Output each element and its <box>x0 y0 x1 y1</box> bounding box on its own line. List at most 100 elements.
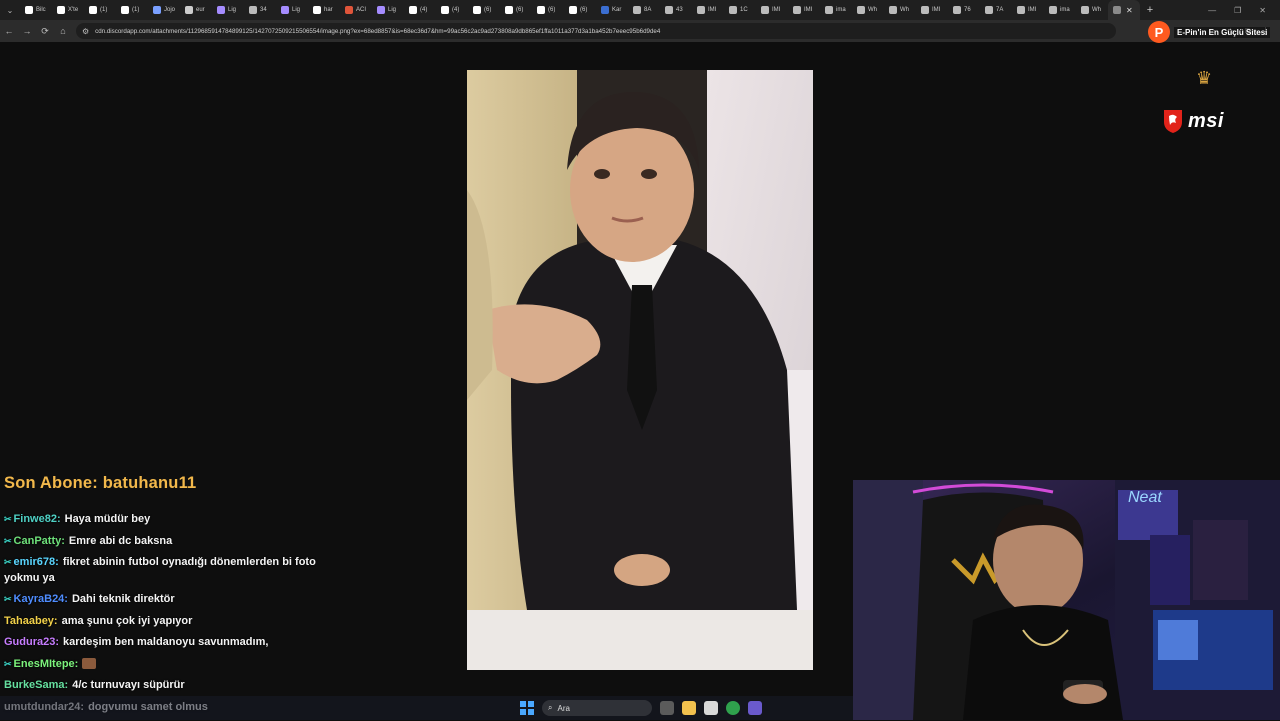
sub-badge-icon: ✂ <box>4 514 12 524</box>
chat-message: ✂ EnesMItepe: <box>4 657 344 673</box>
close-tab-icon[interactable]: ✕ <box>1126 6 1133 15</box>
browser-tab[interactable]: Lig <box>212 0 244 20</box>
tab-label: ima <box>836 7 846 13</box>
chat-username: Tahaabey: <box>4 614 58 627</box>
reload-icon[interactable]: ⟳ <box>36 26 54 37</box>
chat-username: Gudura23: <box>4 636 60 648</box>
x-logo-icon <box>121 6 129 14</box>
browser-tab[interactable]: (1) <box>84 0 116 20</box>
taskbar-search-box[interactable]: ⌕ Ara <box>542 700 652 716</box>
feather-icon <box>377 6 385 14</box>
globe-icon <box>857 6 865 14</box>
browser-tab[interactable]: ACI <box>340 0 372 20</box>
minimize-icon[interactable]: — <box>1208 6 1216 15</box>
site-icon <box>153 6 161 14</box>
tab-search-chevron-icon[interactable]: ⌄ <box>0 0 20 20</box>
back-icon[interactable]: ← <box>0 26 18 36</box>
browser-tab[interactable]: (6) <box>468 0 500 20</box>
x-logo-icon <box>537 6 545 14</box>
browser-tab[interactable]: Kar <box>596 0 628 20</box>
browser-tab[interactable]: IMI <box>788 0 820 20</box>
globe-icon <box>1017 6 1025 14</box>
x-logo-icon <box>409 6 417 14</box>
browser-tab[interactable]: IMI <box>756 0 788 20</box>
tab-label: (6) <box>516 7 524 13</box>
browser-tab[interactable]: Wh <box>1076 0 1108 20</box>
tab-label: IMI <box>804 7 813 13</box>
browser-tab[interactable]: (1) <box>116 0 148 20</box>
task-view-icon[interactable] <box>660 701 674 715</box>
browser-tab[interactable]: Wh <box>852 0 884 20</box>
tab-label: (1) <box>132 7 140 13</box>
browser-tab[interactable]: Lig <box>276 0 308 20</box>
globe-icon <box>697 6 705 14</box>
browser-tab[interactable]: ima <box>1044 0 1076 20</box>
close-window-icon[interactable]: ✕ <box>1259 6 1266 15</box>
store-icon[interactable] <box>704 701 718 715</box>
browser-tab[interactable]: IMI <box>1012 0 1044 20</box>
active-tab[interactable]: ✕ <box>1108 0 1140 20</box>
address-bar[interactable]: ⚙ cdn.discordapp.com/attachments/1129685… <box>76 23 1116 39</box>
browser-tab[interactable]: 1C <box>724 0 756 20</box>
browser-tab[interactable]: (6) <box>564 0 596 20</box>
browser-tab[interactable]: 8A <box>628 0 660 20</box>
restore-icon[interactable]: ❐ <box>1234 6 1241 15</box>
x-logo-icon <box>505 6 513 14</box>
browser-tab[interactable]: eur <box>180 0 212 20</box>
browser-tab[interactable]: Lig <box>372 0 404 20</box>
chat-text: Dahi teknik direktör <box>71 593 175 605</box>
forward-icon[interactable]: → <box>18 26 36 36</box>
tab-label: Lig <box>292 7 301 13</box>
chat-message: BurkeSama: 4/c turnuvayı süpürür <box>4 678 344 694</box>
file-explorer-icon[interactable] <box>682 701 696 715</box>
browser-tab[interactable]: 43 <box>660 0 692 20</box>
tab-label: (6) <box>548 7 556 13</box>
promo-logo: P <box>1148 21 1170 43</box>
chat-overlay: ✂ Finwe82: Haya müdür bey ✂ CanPatty: Emre ab… <box>4 512 344 721</box>
browser-tab[interactable]: (6) <box>500 0 532 20</box>
new-tab-button[interactable]: + <box>1140 4 1160 16</box>
tab-label: (4) <box>452 7 460 13</box>
globe-icon <box>633 6 641 14</box>
browser-tab[interactable]: 76 <box>948 0 980 20</box>
browser-tab[interactable]: IMI <box>916 0 948 20</box>
browser-tab[interactable]: X'te <box>52 0 84 20</box>
discord-icon[interactable] <box>748 701 762 715</box>
tab-label: 76 <box>964 7 971 13</box>
browser-tab[interactable]: ima <box>820 0 852 20</box>
tab-label: ACI <box>356 7 367 13</box>
taskbar-center: ⌕ Ara <box>520 696 762 720</box>
browser-tab[interactable]: (4) <box>436 0 468 20</box>
tab-label: Wh <box>900 7 909 13</box>
browser-tab[interactable]: Jojo <box>148 0 180 20</box>
chrome-icon[interactable] <box>726 701 740 715</box>
child-portrait-photo <box>467 70 813 670</box>
browser-tab[interactable]: (6) <box>532 0 564 20</box>
browser-tab[interactable]: Wh <box>884 0 916 20</box>
windows-start-icon[interactable] <box>520 701 534 715</box>
browser-tab[interactable]: 7A <box>980 0 1012 20</box>
browser-tab[interactable]: Bilc <box>20 0 52 20</box>
home-icon[interactable]: ⌂ <box>54 26 72 36</box>
browser-tab[interactable]: 34 <box>244 0 276 20</box>
browser-tab[interactable]: har <box>308 0 340 20</box>
sub-badge-icon: ✂ <box>4 535 12 546</box>
tab-label: (6) <box>580 7 588 13</box>
tab-label: Kar <box>612 7 622 13</box>
promo-text: E-Pin'in En Güçlü Sitesi <box>1174 26 1271 38</box>
tab-label: 1C <box>740 7 748 13</box>
tab-label: 43 <box>676 7 683 13</box>
last-subscriber-label: Son Abone: batuhanu11 <box>4 474 197 492</box>
browser-tab[interactable]: (4) <box>404 0 436 20</box>
neon-sign: Neat <box>1128 489 1162 506</box>
browser-tab[interactable]: IMI <box>692 0 724 20</box>
tab-label: IMI <box>708 7 717 13</box>
site-info-icon[interactable]: ⚙ <box>82 27 89 36</box>
dragon-shield-icon <box>1164 110 1182 133</box>
globe-icon <box>793 6 801 14</box>
sub-badge-icon: ✂ <box>4 557 12 567</box>
tab-label: Lig <box>228 7 237 13</box>
chat-text: kardeşim ben maldanoyu savunmadım, <box>63 636 269 648</box>
chat-text: Haya müdür bey <box>64 513 151 525</box>
feather-icon <box>217 6 225 14</box>
